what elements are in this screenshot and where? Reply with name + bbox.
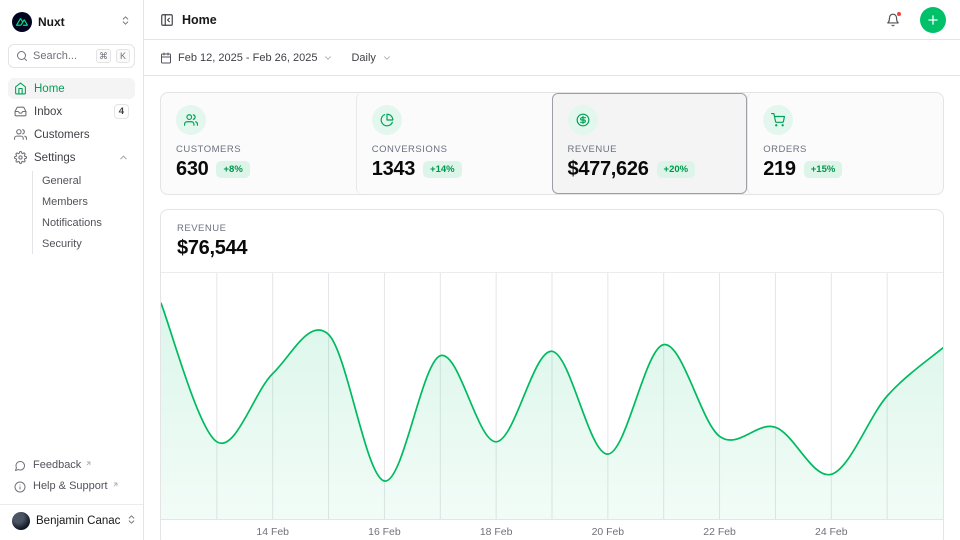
stat-value: 1343 xyxy=(372,158,415,181)
cart-icon xyxy=(763,105,793,135)
notification-dot xyxy=(896,11,902,17)
inbox-count-badge: 4 xyxy=(114,104,129,119)
chart-header: REVENUE $76,544 xyxy=(161,210,943,273)
external-link-icon xyxy=(85,458,92,470)
revenue-chart-card: REVENUE $76,544 14 Feb 16 Feb 18 Feb 20 Feb… xyxy=(160,209,944,540)
workspace-name: Nuxt xyxy=(38,15,114,29)
stat-card-revenue[interactable]: REVENUE $477,626 +20% xyxy=(552,93,748,194)
svg-text:18 Feb: 18 Feb xyxy=(480,527,513,538)
stat-card-orders[interactable]: ORDERS 219 +15% xyxy=(747,93,943,194)
sidebar-item-customers[interactable]: Customers xyxy=(8,124,135,145)
sidebar-item-home[interactable]: Home xyxy=(8,78,135,99)
notifications-bell-icon[interactable] xyxy=(884,11,902,29)
workspace-switcher[interactable]: Nuxt xyxy=(8,10,135,34)
search-input[interactable]: Search... ⌘ K xyxy=(8,44,135,68)
sidebar: Nuxt Search... ⌘ K Home xyxy=(0,0,144,540)
chart-value: $76,544 xyxy=(177,237,927,260)
sidebar-spacer xyxy=(8,254,135,455)
help-support-link[interactable]: Help & Support xyxy=(8,476,135,497)
sidebar-item-inbox[interactable]: Inbox 4 xyxy=(8,101,135,122)
kbd-k: K xyxy=(116,49,130,63)
nuxt-logo-icon xyxy=(12,12,32,32)
pie-chart-icon xyxy=(372,105,402,135)
date-range-picker[interactable]: Feb 12, 2025 - Feb 26, 2025 xyxy=(160,52,333,64)
sidebar-item-members[interactable]: Members xyxy=(34,192,135,212)
users-icon xyxy=(176,105,206,135)
delta-badge: +20% xyxy=(657,161,696,178)
stats-row: CUSTOMERS 630 +8% CONVERSIONS 1343 +14% xyxy=(160,92,944,195)
sidebar-item-general[interactable]: General xyxy=(34,171,135,191)
dashboard-content: CUSTOMERS 630 +8% CONVERSIONS 1343 +14% xyxy=(144,76,960,540)
chevrons-up-down-icon xyxy=(126,512,137,530)
delta-badge: +8% xyxy=(216,161,249,178)
stat-value: 219 xyxy=(763,158,795,181)
inbox-icon xyxy=(14,105,27,118)
chat-bubble-icon xyxy=(14,460,26,472)
add-button[interactable] xyxy=(920,7,946,33)
svg-text:22 Feb: 22 Feb xyxy=(703,527,736,538)
settings-subnav: General Members Notifications Security xyxy=(32,171,135,254)
chevrons-up-down-icon xyxy=(120,13,131,31)
info-icon xyxy=(14,481,26,493)
svg-text:14 Feb: 14 Feb xyxy=(256,527,289,538)
stat-card-conversions[interactable]: CONVERSIONS 1343 +14% xyxy=(356,93,552,194)
filter-toolbar: Feb 12, 2025 - Feb 26, 2025 Daily xyxy=(144,40,960,76)
search-placeholder: Search... xyxy=(33,50,91,62)
sidebar-item-settings[interactable]: Settings xyxy=(8,147,135,168)
app-window: Nuxt Search... ⌘ K Home xyxy=(0,0,960,540)
chevron-down-icon xyxy=(382,53,392,63)
chevron-down-icon xyxy=(323,53,333,63)
svg-text:16 Feb: 16 Feb xyxy=(368,527,401,538)
sidebar-item-security[interactable]: Security xyxy=(34,234,135,254)
page-title: Home xyxy=(182,13,876,27)
dollar-icon xyxy=(568,105,598,135)
svg-text:20 Feb: 20 Feb xyxy=(592,527,625,538)
stat-card-customers[interactable]: CUSTOMERS 630 +8% xyxy=(161,93,356,194)
home-icon xyxy=(14,82,27,95)
delta-badge: +15% xyxy=(804,161,843,178)
revenue-area-chart[interactable]: 14 Feb 16 Feb 18 Feb 20 Feb 22 Feb 24 Feb xyxy=(161,273,943,540)
feedback-link[interactable]: Feedback xyxy=(8,455,135,476)
granularity-select[interactable]: Daily xyxy=(351,52,391,64)
calendar-icon xyxy=(160,52,172,64)
chart-label: REVENUE xyxy=(177,223,927,234)
external-link-icon xyxy=(112,479,119,491)
sidebar-nav: Home Inbox 4 Customers Settings xyxy=(8,78,135,254)
collapse-sidebar-icon[interactable] xyxy=(160,13,174,27)
page-header: Home xyxy=(144,0,960,40)
svg-text:24 Feb: 24 Feb xyxy=(815,527,848,538)
main-area: Home Feb 12, 2025 - Feb 26, 2025 Daily xyxy=(144,0,960,540)
stat-value: $477,626 xyxy=(568,158,649,181)
users-icon xyxy=(14,128,27,141)
delta-badge: +14% xyxy=(423,161,462,178)
user-menu[interactable]: Benjamin Canac xyxy=(8,505,135,532)
user-name: Benjamin Canac xyxy=(36,515,120,527)
kbd-cmd: ⌘ xyxy=(96,49,111,63)
avatar xyxy=(12,512,30,530)
gear-icon xyxy=(14,151,27,164)
chevron-up-icon xyxy=(118,152,129,163)
search-icon xyxy=(16,50,28,62)
sidebar-item-notifications[interactable]: Notifications xyxy=(34,213,135,233)
stat-value: 630 xyxy=(176,158,208,181)
